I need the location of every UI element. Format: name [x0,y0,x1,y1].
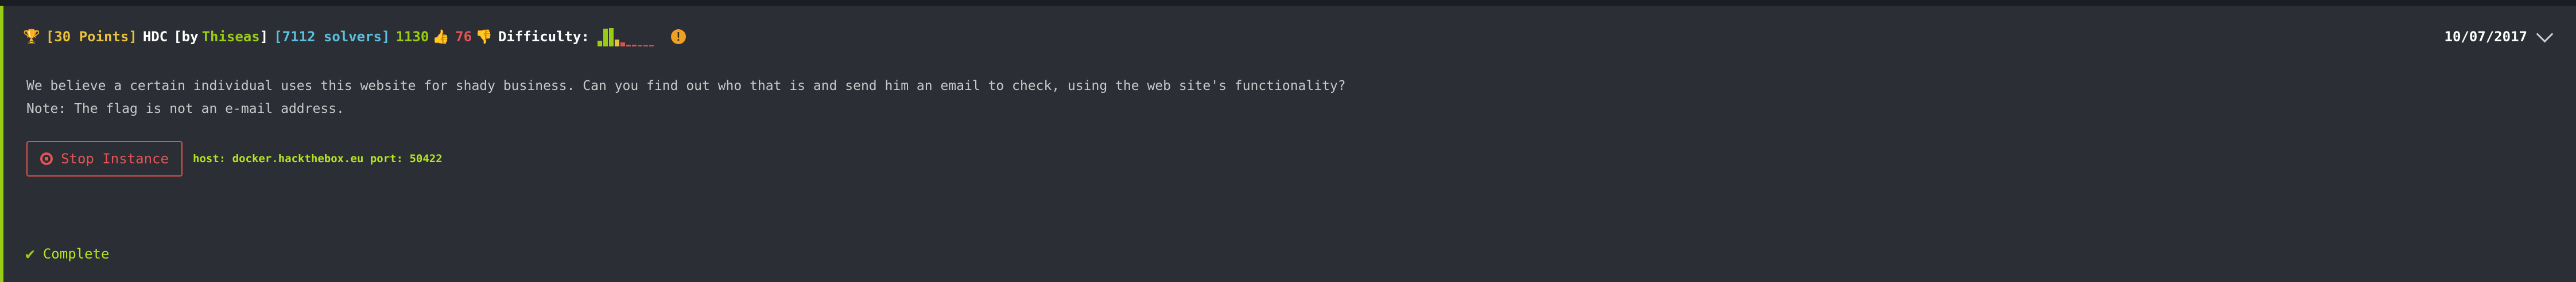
difficulty-bar [631,45,637,46]
difficulty-bar [626,45,631,46]
stop-icon [40,152,53,165]
difficulty-bar [620,42,625,46]
difficulty-bar [637,45,642,46]
stop-instance-label: Stop Instance [61,151,169,167]
challenge-date-area: 10/07/2017 [2444,22,2554,52]
stop-instance-button[interactable]: Stop Instance [26,141,183,177]
complete-label: Complete [42,245,110,262]
by-label: [by [173,29,199,45]
difficulty-bar [608,28,614,46]
complete-status: ✔ Complete [25,244,109,263]
challenge-description: We believe a certain individual uses thi… [26,75,1346,120]
author-link[interactable]: Thiseas [202,29,260,45]
solvers-count: [7112 solvers] [274,29,390,45]
description-note: Note: The flag is not an e-mail address. [26,101,344,116]
challenge-name: HDC [142,29,168,45]
challenge-header[interactable]: 🏆 [30 Points] HDC [by Thiseas ] [7112 so… [23,22,2553,52]
difficulty-label: Difficulty: [498,29,589,45]
thumbs-up-icon[interactable]: 👍 [432,29,449,45]
info-icon[interactable]: ! [670,29,686,44]
difficulty-bar [643,45,648,46]
top-bar [0,0,2576,6]
difficulty-bar [597,41,602,46]
thumbs-down-icon[interactable]: 👎 [475,29,492,45]
author-close: ] [259,29,269,45]
challenge-panel: 🏆 [30 Points] HDC [by Thiseas ] [7112 so… [0,6,2576,282]
dislikes-count: 76 [455,29,472,45]
difficulty-bar [603,29,608,46]
instance-host: host: docker.hackthebox.eu port: 50422 [193,152,443,165]
description-line: We believe a certain individual uses thi… [26,79,1346,93]
likes-count: 1130 [395,29,429,45]
trophy-icon: 🏆 [23,29,40,45]
chevron-down-icon[interactable] [2536,25,2554,42]
points-label: [30 Points] [45,29,137,45]
check-icon: ✔ [25,244,35,263]
difficulty-chart [597,27,655,46]
release-date: 10/07/2017 [2444,29,2528,45]
difficulty-bar [649,45,654,46]
difficulty-bar [614,40,619,46]
